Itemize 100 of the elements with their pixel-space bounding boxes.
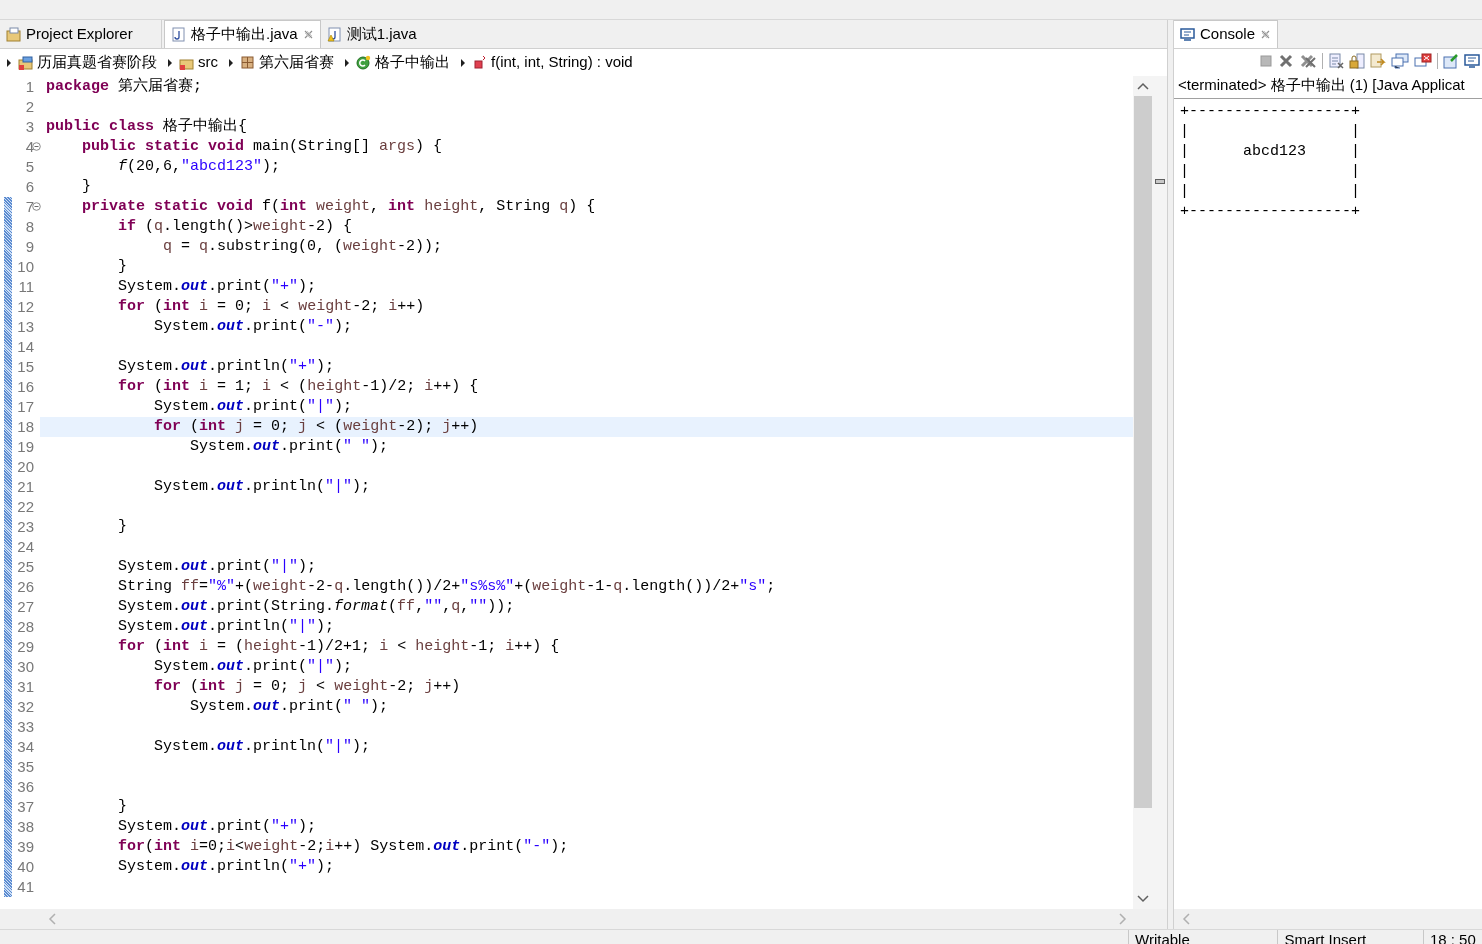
console-output-line: | | — [1180, 182, 1362, 202]
line-number: 17 — [16, 397, 34, 417]
console-output-line: | abcd123 | — [1180, 142, 1362, 162]
line-number: 31 — [16, 677, 34, 697]
line-number: 5 — [24, 157, 34, 177]
code-line: System.out.println("|"); — [153, 738, 371, 755]
line-number: 1 — [24, 77, 34, 97]
code-line: for (int j = 0; j < weight-2; j++) — [153, 678, 461, 695]
code-line: package 第六届省赛; — [46, 78, 203, 95]
code-line: System.out.print("-"); — [153, 318, 353, 335]
console-output-line: +------------------+ — [1180, 102, 1362, 122]
scroll-up-icon[interactable] — [1137, 82, 1149, 90]
package-icon — [240, 55, 255, 70]
close-icon[interactable] — [1260, 29, 1272, 40]
clear-console-icon[interactable] — [1328, 53, 1344, 69]
fold-icon[interactable] — [32, 202, 41, 211]
line-number: 34 — [16, 737, 34, 757]
code-line: System.out.print("|"); — [117, 558, 317, 575]
scroll-lock-icon[interactable] — [1349, 53, 1365, 69]
line-number: 9 — [24, 237, 34, 257]
code-line: f(20,6,"abcd123"); — [117, 158, 281, 175]
error-console-icon[interactable] — [1414, 53, 1432, 69]
code-line: } — [117, 798, 127, 815]
show-console-icon[interactable] — [1391, 53, 1409, 69]
breadcrumb-item[interactable]: f(int, int, String) : void — [470, 51, 635, 74]
fold-icon[interactable] — [32, 142, 41, 151]
line-number: 7 — [24, 197, 34, 217]
monitor-icon — [1180, 27, 1195, 42]
code-line: for (int i = (height-1)/2+1; i < height-1; i++) { — [117, 638, 560, 655]
code-line: System.out.print("|"); — [153, 398, 353, 415]
console-output-line: +------------------+ — [1180, 202, 1362, 222]
line-number: 33 — [16, 717, 34, 737]
project-icon — [18, 55, 33, 70]
code-line: System.out.print(" "); — [189, 438, 389, 455]
line-number: 41 — [16, 877, 34, 897]
line-number: 38 — [16, 817, 34, 837]
line-number: 10 — [16, 257, 34, 277]
breadcrumb-item[interactable]: 格子中输出 — [354, 51, 452, 74]
class-icon — [356, 55, 371, 70]
code-line: System.out.print("+"); — [117, 818, 317, 835]
scroll-left-icon[interactable] — [1182, 913, 1190, 925]
stop-icon[interactable] — [1259, 54, 1273, 68]
close-icon[interactable] — [302, 29, 314, 40]
line-number: 35 — [16, 757, 34, 777]
line-number: 3 — [24, 117, 34, 137]
line-number: 24 — [16, 537, 34, 557]
code-line: for(int i=0;i<weight-2;i++) System.out.print("-"); — [117, 838, 569, 855]
line-number: 39 — [16, 837, 34, 857]
code-line: if (q.length()>weight-2) { — [117, 218, 353, 235]
console-tab[interactable]: Console — [1174, 20, 1279, 48]
code-line: System.out.print(" "); — [189, 698, 389, 715]
pin-icon[interactable] — [1443, 53, 1459, 69]
line-number: 40 — [16, 857, 34, 877]
chevron-icon — [228, 57, 234, 68]
code-line: public class 格子中输出{ — [46, 118, 248, 135]
line-number: 23 — [16, 517, 34, 537]
remove-all-icon[interactable] — [1299, 53, 1317, 69]
code-line: public static void main(String[] args) { — [81, 138, 443, 155]
line-number: 19 — [16, 437, 34, 457]
line-number: 37 — [16, 797, 34, 817]
scroll-left-icon[interactable] — [48, 913, 56, 925]
line-number: 21 — [16, 477, 34, 497]
folder-icon — [6, 26, 21, 42]
scrollbar-thumb[interactable] — [1134, 96, 1152, 808]
line-number: 8 — [24, 217, 34, 237]
code-line: System.out.println("+"); — [117, 858, 335, 875]
line-number: 30 — [16, 657, 34, 677]
monitor-icon[interactable] — [1464, 53, 1480, 69]
line-number: 4 — [24, 137, 34, 157]
line-number: 16 — [16, 377, 34, 397]
code-line: } — [81, 178, 91, 195]
code-line: System.out.print("+"); — [117, 278, 317, 295]
scroll-right-icon[interactable] — [1119, 913, 1127, 925]
breadcrumb-item[interactable]: 历届真题省赛阶段 — [16, 51, 159, 74]
java-file-warning-icon — [326, 26, 342, 42]
line-number: 12 — [16, 297, 34, 317]
remove-icon[interactable] — [1278, 53, 1294, 69]
breadcrumb-item[interactable]: src — [177, 51, 220, 74]
code-line: System.out.print(String.format(ff,"",q,"")); — [117, 598, 515, 615]
overview-mark[interactable] — [1155, 179, 1165, 184]
code-line: for (int i = 0; i < weight-2; i++) — [117, 298, 425, 315]
console-output-line: | | — [1180, 122, 1362, 142]
line-number: 36 — [16, 777, 34, 797]
code-line: String ff="%"+(weight-2-q.length())/2+"s%s%"+(weight-1-q.length())/2+"s"; — [117, 578, 776, 595]
code-line: q = q.substring(0, (weight-2)); — [162, 238, 443, 255]
line-number: 22 — [16, 497, 34, 517]
word-wrap-icon[interactable] — [1370, 53, 1386, 69]
chevron-icon — [344, 57, 350, 68]
scroll-down-icon[interactable] — [1137, 895, 1149, 903]
editor-tab[interactable]: 格子中输出.java — [164, 20, 321, 48]
console-header: <terminated> 格子中输出 (1) [Java Applicat — [1178, 75, 1465, 96]
code-line: System.out.print("|"); — [153, 658, 353, 675]
breadcrumb-item[interactable]: 第六届省赛 — [238, 51, 336, 74]
line-number: 13 — [16, 317, 34, 337]
java-file-icon — [171, 27, 186, 42]
code-line: private static void f(int weight, int height, String q) { — [81, 198, 596, 215]
line-number: 26 — [16, 577, 34, 597]
line-number: 25 — [16, 557, 34, 577]
chevron-icon — [460, 57, 466, 68]
vertical-scrollbar[interactable] — [1133, 76, 1153, 909]
